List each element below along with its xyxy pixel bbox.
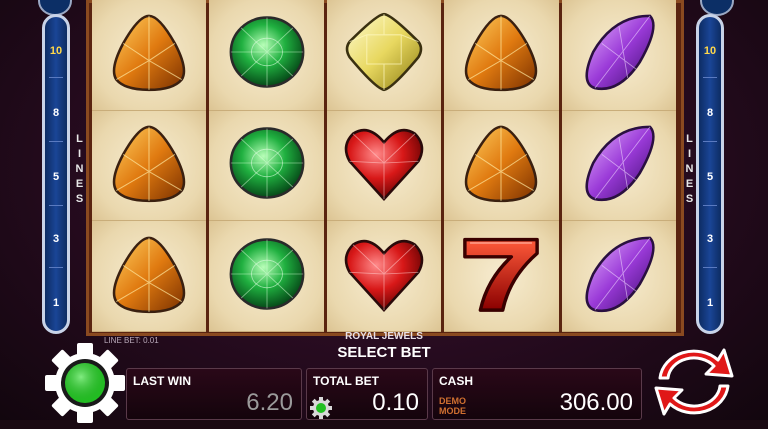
bet-settings-button[interactable] [309,396,333,420]
line-divider [49,267,63,268]
line-option-1[interactable]: 1 [45,297,67,309]
line-option-1[interactable]: 1 [699,297,721,309]
left-lines-bar: 10 8 5 3 1 [42,14,70,334]
green-round-gem-icon [224,9,310,100]
green-round-gem-icon [224,120,310,211]
line-option-5[interactable]: 5 [45,171,67,183]
line-divider [703,77,717,78]
reels-area [92,0,677,333]
total-bet-label: TOTAL BET [313,374,379,388]
reel-cell [326,221,442,333]
spin-arrows-icon [654,348,734,416]
line-option-8[interactable]: 8 [699,107,721,119]
reel-3 [326,0,442,333]
line-option-5[interactable]: 5 [699,171,721,183]
lines-label-left: LINES [75,133,85,205]
reel-cell [444,0,559,111]
line-divider [49,77,63,78]
reel-2 [209,0,324,333]
reel-cell [326,0,442,111]
reel-1 [92,0,207,333]
purple-marquise-gem-icon [576,9,662,100]
reel-cell [92,110,207,222]
last-win-label: LAST WIN [133,374,191,388]
red-seven-icon [458,231,544,322]
right-lines-bar: 10 8 5 3 1 [696,14,724,334]
last-win-panel: LAST WIN 6.20 [126,368,302,420]
line-divider [49,205,63,206]
lines-label-right: LINES [685,133,695,205]
line-option-3[interactable]: 3 [699,233,721,245]
line-option-10[interactable]: 10 [45,45,67,57]
reel-cell [209,221,324,333]
demo-mode-label: DEMO MODE [439,396,466,416]
cash-label: CASH [439,374,474,388]
settings-button[interactable] [44,342,126,424]
line-divider [49,141,63,142]
spin-button[interactable] [646,342,742,422]
yellow-square-gem-icon [341,9,427,100]
line-option-10[interactable]: 10 [699,45,721,57]
reel-cell [561,0,677,111]
line-divider [703,141,717,142]
reel-cell [92,221,207,333]
orange-trillion-gem-icon [458,9,544,100]
line-option-3[interactable]: 3 [45,233,67,245]
reel-5 [561,0,677,333]
purple-marquise-gem-icon [576,231,662,322]
game-title: ROYAL JEWELS [345,331,423,342]
line-option-8[interactable]: 8 [45,107,67,119]
reel-4 [444,0,559,333]
reel-cell [209,110,324,222]
reel-cell [92,0,207,111]
reel-cell [326,110,442,222]
total-bet-value: 0.10 [372,389,419,416]
red-heart-gem-icon [341,120,427,211]
reel-cell [561,110,677,222]
reel-cell [209,0,324,111]
cash-panel: CASH DEMO MODE 306.00 [432,368,642,420]
last-win-value: 6.20 [246,389,293,416]
reel-cell [561,221,677,333]
orange-trillion-gem-icon [106,120,192,211]
line-divider [703,205,717,206]
red-heart-gem-icon [341,231,427,322]
gear-icon [45,343,125,423]
line-divider [703,267,717,268]
purple-marquise-gem-icon [576,120,662,211]
orange-trillion-gem-icon [458,120,544,211]
orange-trillion-gem-icon [106,231,192,322]
reel-cell [444,110,559,222]
reel-cell [444,221,559,333]
green-round-gem-icon [224,231,310,322]
orange-trillion-gem-icon [106,9,192,100]
small-gear-icon [310,397,332,419]
cash-value: 306.00 [559,389,633,416]
